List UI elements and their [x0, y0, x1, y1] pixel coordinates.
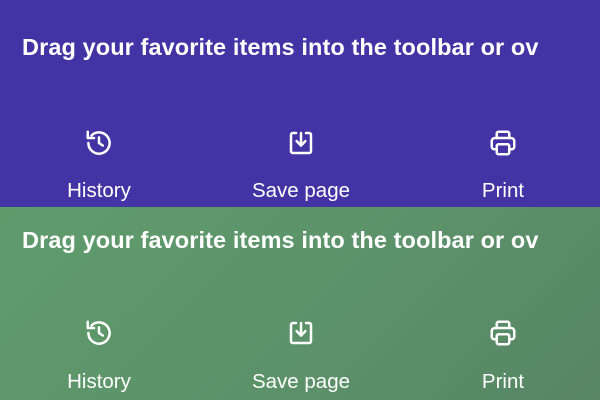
save-page-label: Save page: [251, 370, 351, 393]
panel-heading: Drag your favorite items into the toolba…: [22, 227, 539, 253]
save-page-icon: [285, 127, 317, 159]
customize-panel-top: Drag your favorite items into the toolba…: [0, 0, 600, 207]
history-button[interactable]: History: [14, 317, 184, 400]
save-page-label: Save page: [251, 179, 351, 202]
save-page-icon: [285, 317, 317, 349]
history-button[interactable]: History: [14, 127, 184, 207]
history-label: History: [67, 370, 131, 393]
print-button[interactable]: Print: [418, 317, 588, 400]
history-label: History: [67, 179, 131, 202]
print-label: Print: [481, 179, 525, 202]
print-icon: [487, 317, 519, 349]
print-button[interactable]: Print: [418, 127, 588, 207]
save-page-button[interactable]: Save page: [216, 127, 386, 207]
history-icon: [83, 317, 115, 349]
save-page-button[interactable]: Save page: [216, 317, 386, 400]
history-icon: [83, 127, 115, 159]
panel-heading: Drag your favorite items into the toolba…: [22, 34, 539, 60]
print-label: Print: [481, 370, 525, 393]
customize-panel-bottom: Drag your favorite items into the toolba…: [0, 207, 600, 400]
print-icon: [487, 127, 519, 159]
